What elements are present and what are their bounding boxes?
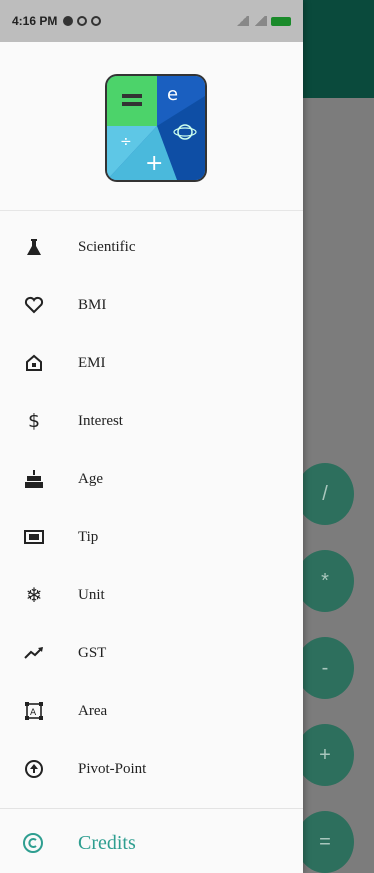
drawer-header: e ÷ + [0,42,303,211]
app-logo-icon: e ÷ + [107,76,205,180]
trending-up-icon [22,641,46,665]
menu-item-label: Scientific [78,238,136,255]
status-bar: 4:16 PM [0,0,303,42]
wifi-icon [253,16,267,26]
menu-item-label: Pivot-Point [78,760,147,777]
notification-icon [91,16,102,26]
home-icon [22,351,46,375]
menu-item-label: EMI [78,354,106,371]
add-button[interactable]: + [296,724,354,786]
menu-item-label: BMI [78,296,107,313]
menu-item-label: Unit [78,586,105,603]
heart-icon [22,293,46,317]
signal-icon [235,16,249,26]
navigation-drawer: 4:16 PM e ÷ + Scientific BMI EMI $ Inter… [0,0,303,873]
menu-item-bmi[interactable]: BMI [0,276,303,334]
menu-item-age[interactable]: Age [0,450,303,508]
divide-button[interactable]: / [296,463,354,525]
multiply-button[interactable]: * [296,550,354,612]
notification-icon [77,16,88,26]
menu-item-scientific[interactable]: Scientific [0,218,303,276]
svg-text:÷: ÷ [120,134,132,150]
menu-item-label: Tip [78,528,99,545]
dollar-icon: $ [27,410,41,432]
menu-item-emi[interactable]: EMI [0,334,303,392]
menu-item-pivot-point[interactable]: Pivot-Point [0,740,303,798]
credits-label: Credits [78,832,136,854]
menu-divider [0,808,303,809]
menu-item-label: Age [78,470,103,487]
cash-icon [22,525,46,549]
status-notification-icons [63,16,102,26]
menu-item-tip[interactable]: Tip [0,508,303,566]
arrow-circle-icon [22,757,46,781]
menu-item-area[interactable]: A Area [0,682,303,740]
menu-item-interest[interactable]: $ Interest [0,392,303,450]
flask-icon [22,235,46,259]
menu-item-label: GST [78,644,107,661]
svg-text:A: A [30,708,37,718]
copyright-icon [22,832,46,856]
cake-icon [22,467,46,491]
status-time: 4:16 PM [12,14,58,28]
svg-text:e: e [167,84,178,105]
subtract-button[interactable]: - [296,637,354,699]
menu-item-label: Area [78,702,108,719]
svg-text:+: + [145,151,163,176]
notification-icon [63,16,74,26]
area-icon: A [22,699,46,723]
battery-icon [271,16,291,26]
menu-item-gst[interactable]: GST [0,624,303,682]
menu-item-credits[interactable]: Credits [0,818,303,872]
menu-item-label: Interest [78,412,123,429]
equals-button[interactable]: = [296,811,354,873]
menu-item-unit[interactable]: ❄ Unit [0,566,303,624]
status-system-icons [235,16,291,26]
snowflake-icon: ❄ [25,583,43,607]
